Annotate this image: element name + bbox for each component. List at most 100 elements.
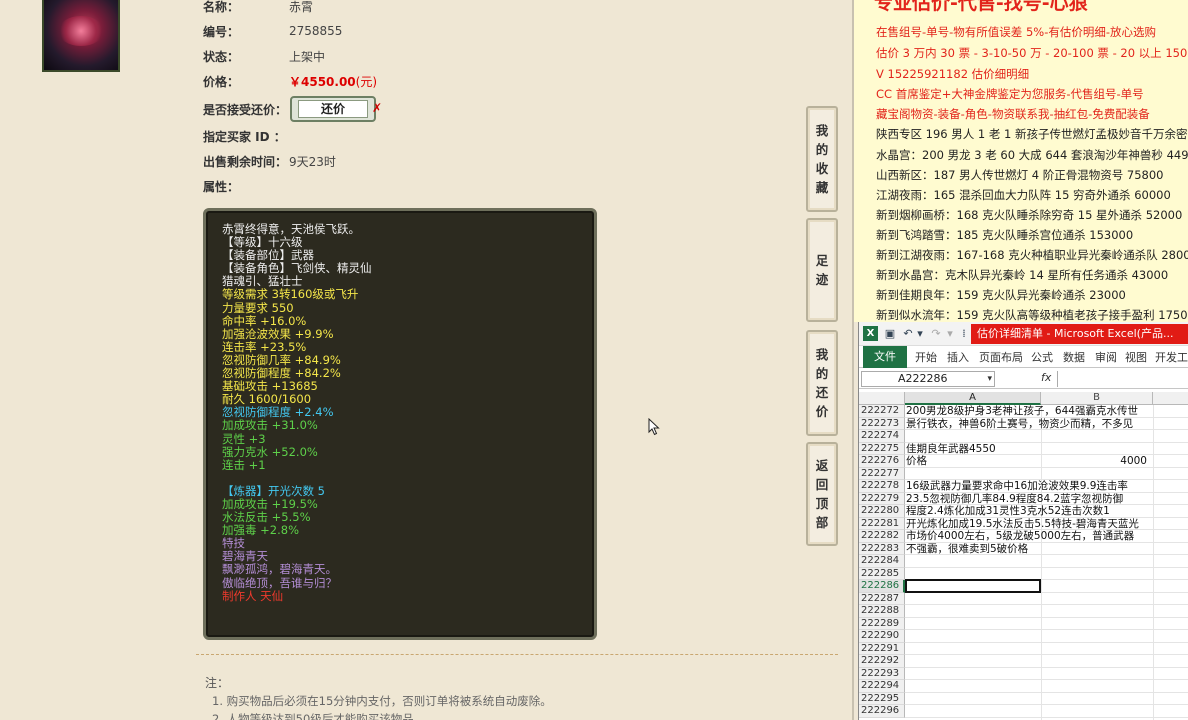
cell-b[interactable] [1041, 593, 1151, 606]
row-header[interactable]: 222288 [859, 605, 905, 618]
save-icon[interactable]: ▣ [883, 327, 897, 340]
row-header[interactable]: 222292 [859, 655, 905, 668]
row-header[interactable]: 222280 [859, 505, 905, 518]
redo-icon[interactable]: ↷ [929, 327, 943, 340]
cell-b[interactable] [1041, 505, 1151, 518]
row-header[interactable]: 222285 [859, 567, 905, 580]
ad-line: 新到江湖夜雨：167-168 克火种植职业异光秦岭通杀队 28000 [876, 248, 1188, 262]
table-row: 222290 [859, 630, 1188, 643]
row-header[interactable]: 222276 [859, 455, 905, 468]
cell-b[interactable] [1041, 668, 1151, 681]
fx-icon[interactable]: fx [1041, 371, 1051, 384]
row-header[interactable]: 222293 [859, 667, 905, 680]
row-header[interactable]: 222290 [859, 630, 905, 643]
active-cell[interactable] [905, 579, 1041, 593]
cell-b[interactable] [1041, 655, 1151, 668]
cell-b[interactable] [1041, 680, 1151, 693]
cell-b[interactable] [1041, 493, 1151, 506]
my-offers-button[interactable]: 我的还价 [806, 330, 838, 436]
side-button-char: 价 [815, 404, 829, 419]
row-header[interactable]: 222279 [859, 492, 905, 505]
row-header[interactable]: 222283 [859, 542, 905, 555]
ribbon-tab[interactable]: 页面布局 [979, 349, 1023, 365]
column-headers: A B [859, 392, 1188, 405]
back-to-top-button[interactable]: 返回顶部 [806, 442, 838, 546]
ribbon-tab[interactable]: 开发工 [1155, 349, 1188, 365]
cell-b[interactable] [1041, 630, 1151, 643]
column-header-a[interactable]: A [905, 392, 1041, 405]
ribbon-tab[interactable]: 数据 [1063, 349, 1085, 365]
buyer-label: 指定买家 ID ： [203, 129, 286, 144]
cell-b[interactable] [1041, 468, 1151, 481]
side-button-char: 我 [815, 347, 829, 362]
offer-button[interactable]: 还价 ✗ [290, 96, 382, 122]
row-header[interactable]: 222278 [859, 480, 905, 493]
ribbon-tab[interactable]: 审阅 [1095, 349, 1117, 365]
cell-b[interactable] [1041, 705, 1151, 718]
row-header[interactable]: 222291 [859, 642, 905, 655]
cell-b[interactable] [1041, 405, 1151, 418]
row-header[interactable]: 222275 [859, 442, 905, 455]
table-row: 222295 [859, 692, 1188, 706]
cell-b[interactable] [1041, 443, 1151, 456]
cell-b[interactable] [1041, 605, 1151, 618]
tooltip-line: 制作人 天仙 [222, 588, 284, 603]
row-header[interactable]: 222286 [859, 580, 905, 593]
tooltip-line: 【炼器】开光次数 5 [222, 483, 325, 498]
formula-input[interactable] [1057, 371, 1188, 387]
tooltip-line [222, 472, 594, 485]
side-button-char: 的 [815, 366, 829, 381]
row-header[interactable]: 222287 [859, 592, 905, 605]
time-label: 出售剩余时间： [203, 154, 288, 169]
tab-file[interactable]: 文件 [863, 346, 907, 368]
row-header[interactable]: 222289 [859, 617, 905, 630]
cell-b[interactable] [1041, 568, 1151, 581]
row-header[interactable]: 222284 [859, 555, 905, 568]
cell-b[interactable] [1041, 530, 1151, 543]
excel-app-icon[interactable]: X [863, 326, 878, 341]
cell-b[interactable] [1041, 555, 1151, 568]
customize-toolbar-icon[interactable]: ⁞ [957, 327, 971, 340]
footprint-button[interactable]: 足迹 [806, 218, 838, 322]
item-icon [42, 0, 120, 72]
item-attributes-tooltip: 赤霄终得意，天池侯飞跃。 【等级】十六级 【装备部位】武器 【装备角色】飞剑侠、精灵仙… [203, 208, 597, 640]
row-header[interactable]: 222274 [859, 430, 905, 443]
ribbon-tab[interactable]: 视图 [1125, 349, 1147, 365]
row-header[interactable]: 222296 [859, 705, 905, 718]
cell-b[interactable] [1041, 543, 1151, 556]
row-header[interactable]: 222282 [859, 530, 905, 543]
cell-b[interactable] [1041, 480, 1151, 493]
cell-b[interactable] [1041, 618, 1151, 631]
formula-bar: A222286 ▾ fx [859, 369, 1188, 389]
ad-banner: 专业估价-代售-找号-心狼 在售组号-单号-物有所值误差 5%-有估价明细-放心… [854, 0, 1188, 322]
time-value: 9天23时 [289, 154, 336, 169]
row-header[interactable]: 222281 [859, 517, 905, 530]
cell-b[interactable] [1041, 643, 1151, 656]
ribbon-tab[interactable]: 公式 [1031, 349, 1053, 365]
spreadsheet-grid[interactable]: 222272 200男龙8级护身3老神让孩子，644强霸克水传世 222273 景行铁… [859, 405, 1188, 720]
select-all-corner[interactable] [859, 392, 905, 405]
name-box[interactable]: A222286 ▾ [861, 371, 995, 387]
cell-b[interactable] [1041, 430, 1151, 443]
cell-b[interactable] [1041, 418, 1151, 431]
cell-b[interactable] [1041, 693, 1151, 706]
row-header[interactable]: 222273 [859, 417, 905, 430]
cell-b[interactable] [1041, 580, 1151, 593]
cell-b[interactable] [1041, 518, 1151, 531]
chevron-down-icon[interactable]: ▾ [987, 372, 992, 386]
table-row: 222291 [859, 642, 1188, 656]
ribbon-tab[interactable]: 插入 [947, 349, 969, 365]
row-header[interactable]: 222294 [859, 680, 905, 693]
redo-dropdown-icon[interactable]: ▾ [943, 327, 957, 340]
ribbon-tab[interactable]: 开始 [915, 349, 937, 365]
tooltip-line: 命中率 +16.0% [222, 313, 307, 328]
row-header[interactable]: 222272 [859, 405, 905, 418]
row-header[interactable]: 222295 [859, 692, 905, 705]
close-icon: ✗ [371, 101, 382, 115]
ad-line: 新到烟柳画桥：168 克火队睡杀除穷奇 15 星外通杀 52000 [876, 208, 1183, 222]
column-header-b[interactable]: B [1041, 392, 1153, 405]
cell-b[interactable]: 4000 [1041, 455, 1151, 468]
my-favorites-button[interactable]: 我的收藏 [806, 106, 838, 212]
undo-dropdown-icon[interactable]: ▾ [913, 327, 927, 340]
row-header[interactable]: 222277 [859, 467, 905, 480]
